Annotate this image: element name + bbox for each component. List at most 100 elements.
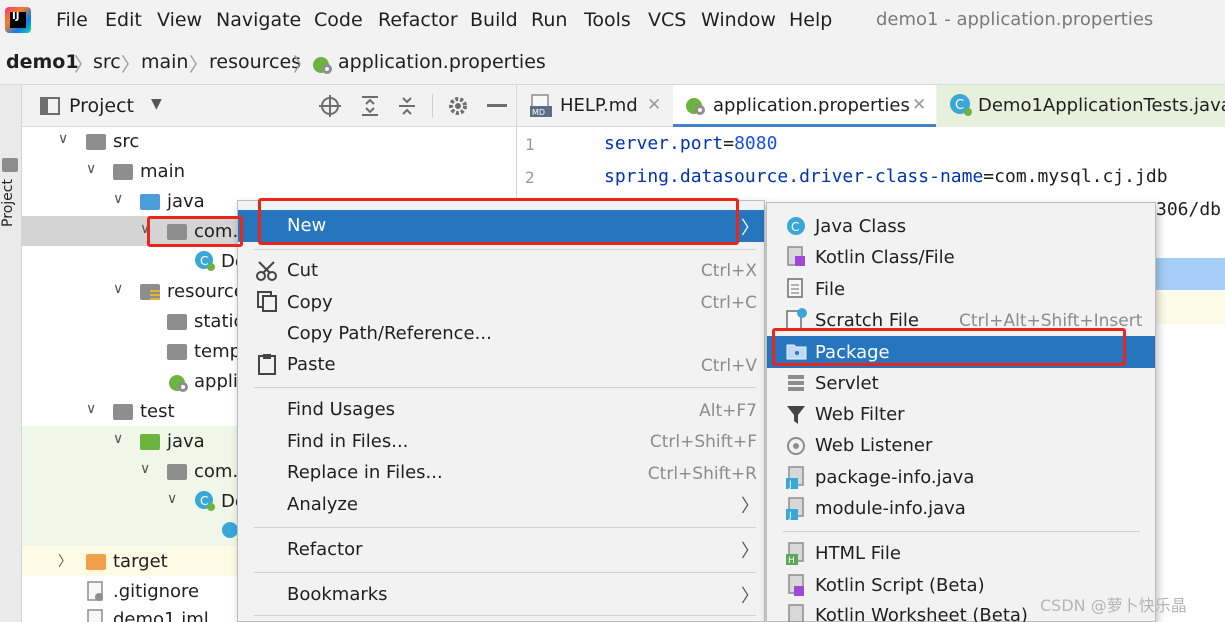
submenu-item-web-listener[interactable]: Web Listener bbox=[815, 435, 932, 456]
tree-item-test[interactable]: test bbox=[140, 401, 175, 422]
menu-label-find-in-files: Find in Files... bbox=[287, 431, 409, 452]
collapse-all-icon[interactable] bbox=[397, 95, 417, 117]
chevron-down-icon[interactable]: ∨ bbox=[140, 461, 150, 477]
chevron-right-icon[interactable]: 〉 bbox=[58, 551, 72, 571]
editor-selection bbox=[1156, 258, 1225, 290]
menu-view[interactable]: View bbox=[157, 9, 202, 31]
chevron-down-icon[interactable]: ∨ bbox=[86, 401, 96, 417]
svg-text:C: C bbox=[791, 220, 799, 234]
breadcrumb-resources[interactable]: resources bbox=[209, 51, 301, 73]
chevron-right-icon: 〉 bbox=[741, 496, 759, 517]
test-folder-icon bbox=[140, 434, 160, 450]
chevron-down-icon[interactable]: ∨ bbox=[167, 491, 177, 507]
chevron-down-icon[interactable]: ∨ bbox=[113, 281, 123, 297]
spring-properties-icon bbox=[313, 57, 332, 74]
chevron-down-icon[interactable]: ∨ bbox=[113, 191, 123, 207]
submenu-item-file[interactable]: File bbox=[815, 279, 845, 300]
submenu-item-servlet[interactable]: Servlet bbox=[815, 373, 879, 394]
window-title: demo1 - application.properties bbox=[876, 9, 1154, 30]
submenu-item-module-info[interactable]: module-info.java bbox=[815, 498, 966, 519]
property-key: spring.datasource.driver-class-name bbox=[604, 166, 984, 187]
submenu-item-kotlin-class[interactable]: Kotlin Class/File bbox=[815, 247, 955, 268]
tree-item-templates[interactable]: temp bbox=[194, 341, 241, 362]
menu-vcs[interactable]: VCS bbox=[648, 9, 686, 31]
tree-item-java[interactable]: java bbox=[167, 191, 205, 212]
menu-window[interactable]: Window bbox=[701, 9, 776, 31]
submenu-item-html-file[interactable]: HTML File bbox=[815, 543, 901, 564]
menu-code[interactable]: Code bbox=[314, 9, 363, 31]
menu-help[interactable]: Help bbox=[789, 9, 832, 31]
submenu-item-kotlin-worksheet[interactable]: Kotlin Worksheet (Beta) bbox=[815, 605, 1028, 622]
project-view-icon bbox=[40, 97, 60, 115]
submenu-item-web-filter[interactable]: Web Filter bbox=[815, 404, 905, 425]
shortcut-replace-in-files: Ctrl+Shift+R bbox=[647, 464, 757, 484]
menu-run[interactable]: Run bbox=[531, 9, 567, 31]
shortcut-copy: Ctrl+C bbox=[700, 293, 757, 313]
menu-label-copy-path: Copy Path/Reference... bbox=[287, 323, 492, 344]
code-line-1[interactable]: server.port=8080 bbox=[604, 133, 777, 154]
spring-properties-icon bbox=[686, 98, 705, 115]
code-fragment: 306/db bbox=[1156, 199, 1222, 220]
chevron-down-icon[interactable]: ▼ bbox=[151, 96, 162, 112]
tab-help-md[interactable]: HELP.md bbox=[560, 95, 638, 116]
tree-item-application-properties[interactable]: appli bbox=[194, 371, 238, 392]
equals-sign: = bbox=[983, 166, 995, 187]
gear-icon[interactable] bbox=[447, 95, 469, 117]
breadcrumb-file[interactable]: application.properties bbox=[338, 51, 546, 73]
chevron-down-icon[interactable]: ∨ bbox=[113, 431, 123, 447]
property-value: com.mysql.cj.jdb bbox=[994, 166, 1168, 187]
tree-item-iml[interactable]: demo1.iml bbox=[113, 609, 209, 622]
menu-edit[interactable]: Edit bbox=[105, 9, 142, 31]
menu-label-find-usages: Find Usages bbox=[287, 399, 396, 420]
tree-item-target[interactable]: target bbox=[113, 551, 168, 572]
folder-icon bbox=[167, 344, 187, 360]
svg-text:H: H bbox=[788, 556, 795, 566]
chevron-right-icon: 〉 bbox=[741, 541, 759, 562]
submenu-item-java-class[interactable]: Java Class bbox=[815, 216, 906, 237]
kotlin-worksheet-icon bbox=[788, 604, 804, 622]
breadcrumb-main[interactable]: main bbox=[141, 51, 188, 73]
menu-file[interactable]: File bbox=[56, 9, 88, 31]
file-icon bbox=[87, 581, 103, 601]
menu-navigate[interactable]: Navigate bbox=[216, 9, 301, 31]
project-panel-title[interactable]: Project bbox=[69, 95, 134, 117]
submenu-item-package-info[interactable]: package-info.java bbox=[815, 467, 974, 488]
tree-item-main[interactable]: main bbox=[140, 161, 185, 182]
breadcrumb-project[interactable]: demo1 bbox=[6, 51, 79, 73]
breadcrumb-separator-icon: 〉 bbox=[293, 54, 313, 76]
tree-item-static[interactable]: static bbox=[194, 311, 243, 332]
menu-build[interactable]: Build bbox=[470, 9, 518, 31]
package-icon bbox=[167, 464, 187, 480]
filter-icon bbox=[787, 406, 805, 424]
tree-item-test-java[interactable]: java bbox=[167, 431, 205, 452]
menu-tools[interactable]: Tools bbox=[584, 9, 631, 31]
menu-refactor[interactable]: Refactor bbox=[378, 9, 458, 31]
html-file-icon: H bbox=[786, 542, 804, 566]
tree-item-gitignore[interactable]: .gitignore bbox=[113, 581, 199, 602]
intellij-logo-icon[interactable]: IJ bbox=[5, 7, 31, 33]
stripe-project-tab[interactable]: Project bbox=[0, 173, 16, 233]
expand-all-icon[interactable] bbox=[360, 95, 380, 117]
annotation-box-package bbox=[147, 216, 243, 247]
breadcrumb-src[interactable]: src bbox=[93, 51, 121, 73]
code-line-2[interactable]: spring.datasource.driver-class-name=com.… bbox=[604, 166, 1168, 187]
chevron-down-icon[interactable]: ∨ bbox=[58, 131, 68, 147]
chevron-down-icon[interactable]: ∨ bbox=[86, 161, 96, 177]
tab-application-properties[interactable]: application.properties bbox=[713, 95, 910, 116]
close-icon[interactable]: ✕ bbox=[912, 95, 926, 115]
java-file-icon: J bbox=[786, 497, 804, 521]
menu-label-bookmarks: Bookmarks bbox=[287, 584, 388, 605]
source-folder-icon bbox=[140, 194, 160, 210]
hide-panel-icon[interactable] bbox=[487, 104, 507, 107]
property-key: server.port bbox=[604, 133, 724, 154]
locate-icon[interactable] bbox=[319, 95, 341, 117]
folder-icon bbox=[167, 314, 187, 330]
tab-demo1-application-tests[interactable]: Demo1ApplicationTests.java bbox=[978, 95, 1225, 116]
web-listener-icon bbox=[787, 437, 805, 455]
close-icon[interactable]: ✕ bbox=[647, 95, 661, 115]
menu-bar: IJ File Edit View Navigate Code Refactor… bbox=[0, 0, 1225, 42]
submenu-item-kotlin-script[interactable]: Kotlin Script (Beta) bbox=[815, 575, 985, 596]
tree-item-src[interactable]: src bbox=[113, 131, 139, 152]
java-file-icon: J bbox=[786, 466, 804, 490]
tree-item-resources[interactable]: resource bbox=[167, 281, 245, 302]
